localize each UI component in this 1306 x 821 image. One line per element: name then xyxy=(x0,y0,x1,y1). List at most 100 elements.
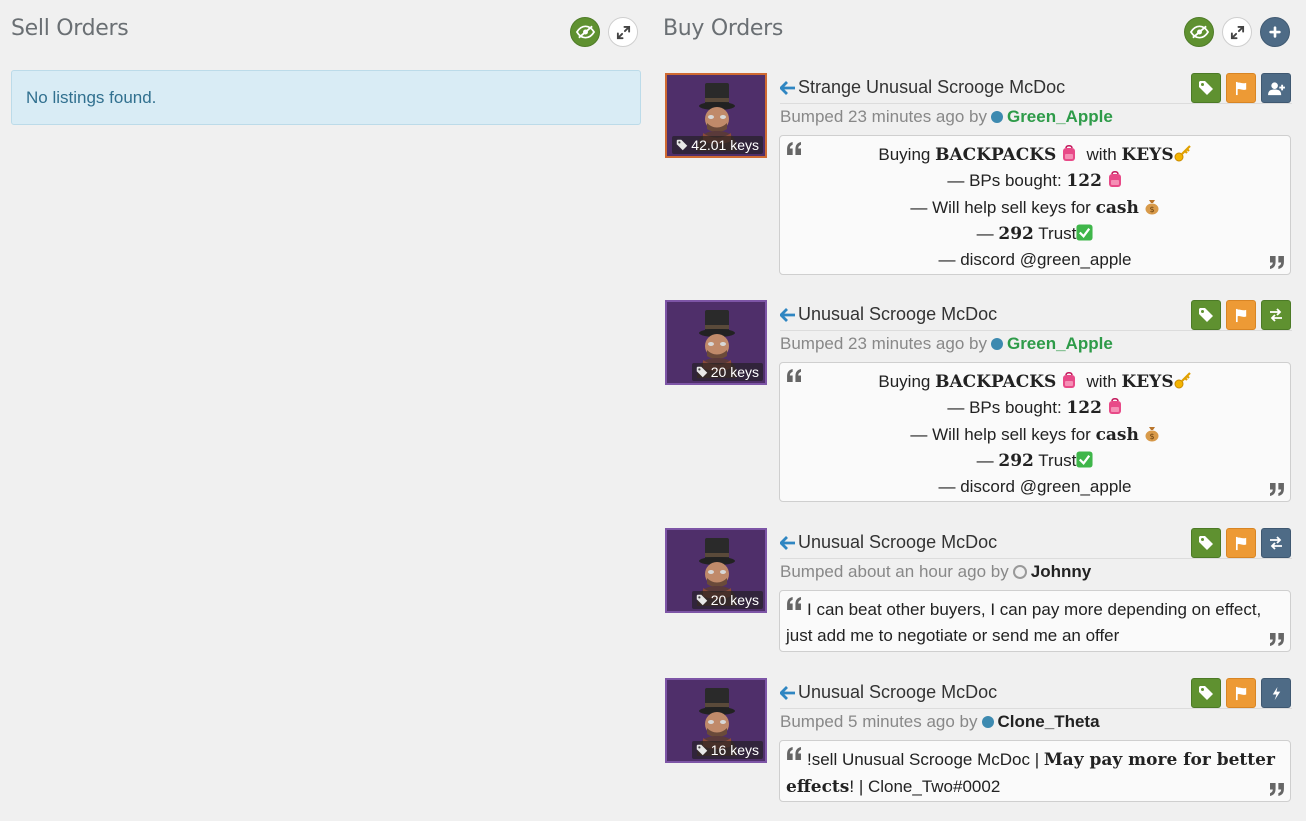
listing-meta: Bumped about an hour ago by Johnny xyxy=(780,562,1091,582)
eye-slash-icon xyxy=(1190,25,1209,39)
flag-icon xyxy=(1234,308,1249,323)
comment-text: !sell Unusual Scrooge McDoc | xyxy=(807,750,1040,769)
quote-left-icon xyxy=(786,369,803,382)
add-friend-icon xyxy=(1267,81,1286,96)
arrow-left-icon xyxy=(780,686,796,700)
sell-orders-title: Sell Orders xyxy=(11,16,129,41)
comment-bold: cash xyxy=(1095,197,1139,218)
online-status-icon xyxy=(981,716,994,728)
bolt-icon xyxy=(1269,686,1284,701)
price-text: 42.01 keys xyxy=(691,137,759,153)
key-emoji xyxy=(1174,371,1192,389)
comment-bold: 122 xyxy=(1066,398,1102,419)
listing-name: Unusual Scrooge McDoc xyxy=(798,304,998,324)
price-check-button[interactable] xyxy=(1191,528,1221,558)
backpack-emoji xyxy=(1061,371,1077,389)
divider xyxy=(780,330,1292,331)
comment-bold: BACKPACKS xyxy=(935,145,1057,165)
listing-title[interactable]: Unusual Scrooge McDoc xyxy=(780,682,997,703)
check-emoji xyxy=(1076,451,1093,468)
online-status-icon xyxy=(990,111,1003,123)
report-button[interactable] xyxy=(1226,678,1256,708)
price-badge: 42.01 keys xyxy=(672,136,763,154)
comment-text: I can beat other buyers, I can pay more … xyxy=(786,600,1262,645)
tag-icon xyxy=(696,366,708,378)
item-image[interactable]: 16 keys xyxy=(665,678,767,763)
add-friend-button[interactable] xyxy=(1261,73,1291,103)
comment-text: — Will help sell keys for xyxy=(910,197,1091,217)
tag-icon xyxy=(1198,535,1214,551)
divider xyxy=(780,708,1292,709)
price-check-button[interactable] xyxy=(1191,73,1221,103)
listing-title[interactable]: Unusual Scrooge McDoc xyxy=(780,532,997,553)
price-text: 16 keys xyxy=(710,742,759,758)
username-link[interactable]: Clone_Theta xyxy=(998,712,1100,732)
username-link[interactable]: Johnny xyxy=(1031,562,1091,582)
online-status-icon xyxy=(990,338,1003,350)
listing-title[interactable]: Strange Unusual Scrooge McDoc xyxy=(780,77,1065,98)
report-button[interactable] xyxy=(1226,73,1256,103)
quote-right-icon xyxy=(1268,633,1285,646)
price-badge: 20 keys xyxy=(691,591,763,609)
price-text: 20 keys xyxy=(710,592,759,608)
report-button[interactable] xyxy=(1226,300,1256,330)
tag-icon xyxy=(1198,307,1214,323)
comment-text: — xyxy=(976,450,994,470)
add-listing-button[interactable] xyxy=(1260,17,1290,47)
comment-text: — discord @green_apple xyxy=(938,477,1132,497)
username-link[interactable]: Green_Apple xyxy=(1007,334,1113,354)
expand-icon xyxy=(1230,25,1245,40)
comment-text: — Will help sell keys for xyxy=(910,424,1091,444)
comment-text: — BPs bought: xyxy=(947,171,1062,191)
listing-comment: Buying BACKPACKS with KEYS — BPs bought:… xyxy=(779,135,1291,275)
price-badge: 20 keys xyxy=(691,363,763,381)
exchange-icon xyxy=(1268,307,1284,323)
comment-bold: 292 xyxy=(998,223,1034,244)
hide-sell-button[interactable] xyxy=(570,17,600,47)
listing-name: Unusual Scrooge McDoc xyxy=(798,532,998,552)
item-image[interactable]: 42.01 keys xyxy=(665,73,767,158)
price-check-button[interactable] xyxy=(1191,300,1221,330)
expand-sell-button[interactable] xyxy=(608,17,638,47)
price-check-button[interactable] xyxy=(1191,678,1221,708)
comment-text: Trust xyxy=(1038,450,1077,470)
username-link[interactable]: Green_Apple xyxy=(1007,107,1113,127)
trade-offer-button[interactable] xyxy=(1261,528,1291,558)
backpack-emoji xyxy=(1061,144,1077,162)
bumped-text: Bumped about an hour ago by xyxy=(780,562,1009,581)
report-button[interactable] xyxy=(1226,528,1256,558)
arrow-left-icon xyxy=(780,81,796,95)
comment-text: with xyxy=(1086,145,1117,164)
comment-text: with xyxy=(1086,372,1117,391)
hide-buy-button[interactable] xyxy=(1184,17,1214,47)
quote-right-icon xyxy=(1268,483,1285,496)
item-image[interactable]: 20 keys xyxy=(665,300,767,385)
comment-bold: KEYS xyxy=(1121,372,1174,392)
price-badge: 16 keys xyxy=(691,741,763,759)
expand-buy-button[interactable] xyxy=(1222,17,1252,47)
listing-comment: Buying BACKPACKS with KEYS — BPs bought:… xyxy=(779,362,1291,502)
backpack-emoji xyxy=(1107,397,1123,415)
listing-title[interactable]: Unusual Scrooge McDoc xyxy=(780,304,997,325)
bumped-text: Bumped 5 minutes ago by xyxy=(780,712,978,731)
price-text: 20 keys xyxy=(710,364,759,380)
tag-icon xyxy=(1198,80,1214,96)
check-emoji xyxy=(1076,224,1093,241)
trade-offer-button[interactable] xyxy=(1261,300,1291,330)
tag-icon xyxy=(1198,685,1214,701)
item-image[interactable]: 20 keys xyxy=(665,528,767,613)
arrow-left-icon xyxy=(780,308,796,322)
key-emoji xyxy=(1174,144,1192,162)
tag-icon xyxy=(696,594,708,606)
listing-comment: !sell Unusual Scrooge McDoc | May pay mo… xyxy=(779,740,1291,802)
comment-text: — xyxy=(976,223,994,243)
flag-icon xyxy=(1234,686,1249,701)
listing-meta: Bumped 23 minutes ago by Green_Apple xyxy=(780,334,1113,354)
comment-bold: BACKPACKS xyxy=(935,372,1057,392)
listing-name: Strange Unusual Scrooge McDoc xyxy=(798,77,1066,97)
instant-trade-button[interactable] xyxy=(1261,678,1291,708)
divider xyxy=(780,558,1292,559)
exchange-icon xyxy=(1268,535,1284,551)
bumped-text: Bumped 23 minutes ago by xyxy=(780,334,987,353)
flag-icon xyxy=(1234,536,1249,551)
